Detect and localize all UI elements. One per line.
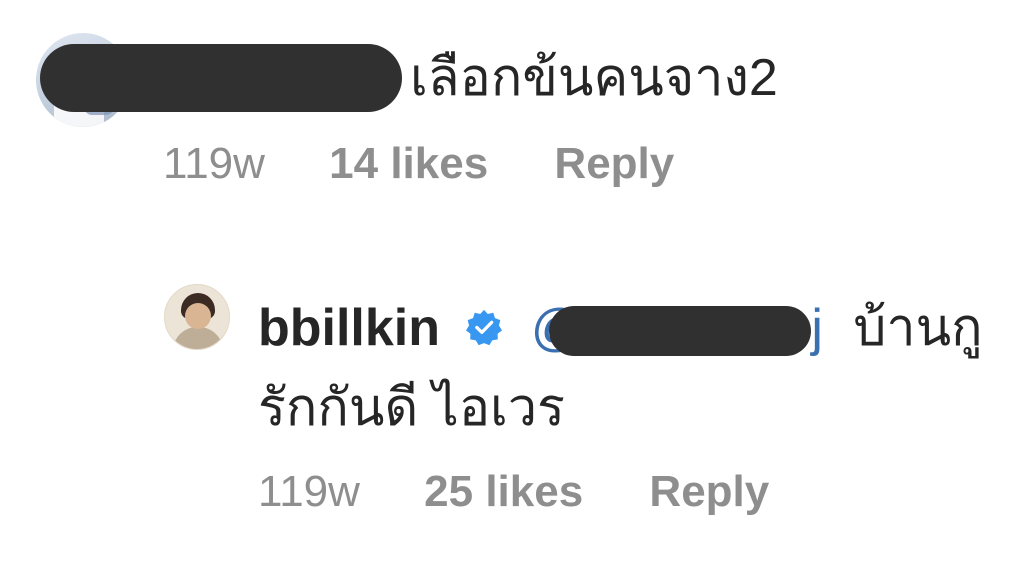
verified-badge-icon <box>466 309 503 345</box>
comment-timestamp: 119w <box>258 467 360 516</box>
likes-count-link[interactable]: 14 likes <box>329 138 488 190</box>
comment-timestamp: 119w <box>163 139 265 188</box>
comment-meta: 119w 25 likes Reply <box>258 466 769 518</box>
reply-text-line2: รักกันดี ไอเวร <box>258 379 565 437</box>
reply-text-line1: บ้านกู <box>853 299 983 357</box>
reply-first-line: bbillkin @ j บ้านกู <box>258 296 983 360</box>
mention-tail: j <box>811 299 823 357</box>
username-redaction <box>40 44 402 112</box>
username-link[interactable]: bbillkin <box>258 296 440 360</box>
reply-button[interactable]: Reply <box>554 138 674 190</box>
comment-item: เลือกข้นคนจาง2 119w 14 likes Reply <box>0 0 1024 220</box>
reply-button[interactable]: Reply <box>649 466 769 518</box>
avatar-image-shape <box>185 303 211 329</box>
mention-link[interactable]: @ j <box>531 296 823 360</box>
likes-count-link[interactable]: 25 likes <box>424 466 583 518</box>
comment-meta: 119w 14 likes Reply <box>163 138 674 190</box>
avatar[interactable] <box>164 284 230 350</box>
comment-text: เลือกข้นคนจาง2 <box>410 49 778 107</box>
avatar-image-shape <box>173 327 223 349</box>
mention-redaction <box>548 306 811 356</box>
